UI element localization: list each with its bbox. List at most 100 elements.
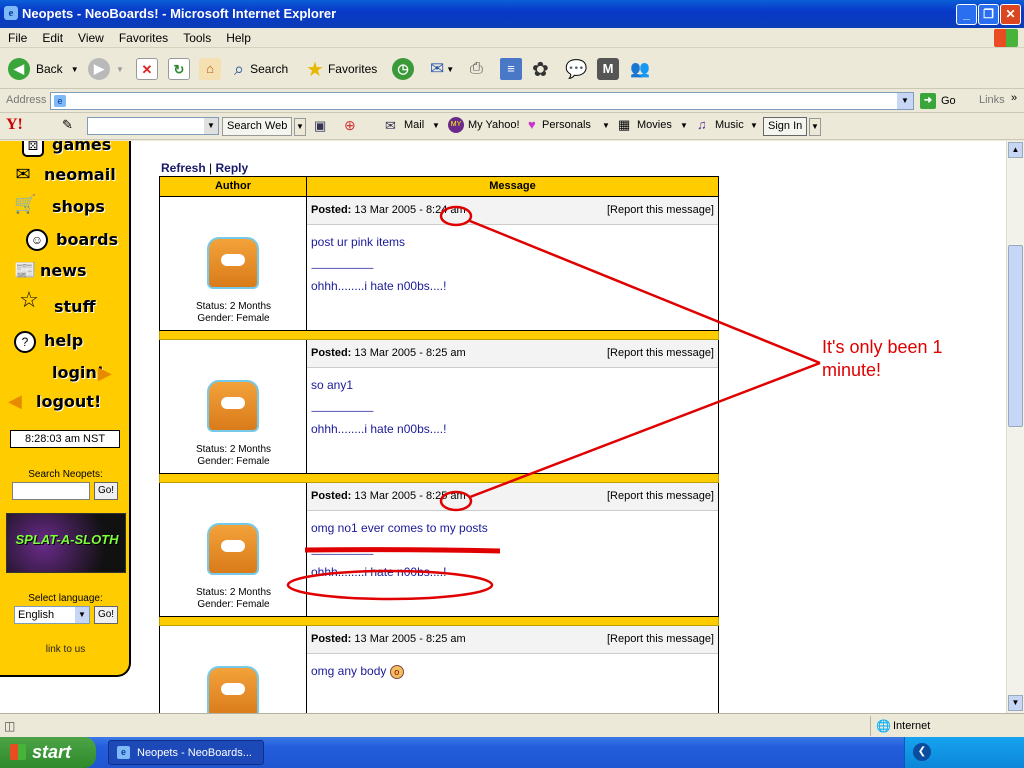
back-label: Back <box>36 62 63 76</box>
my-yahoo-icon: MY <box>448 117 464 133</box>
discuss-button[interactable]: 💬 <box>565 57 587 81</box>
windows-flag-icon <box>10 744 26 760</box>
movies-icon: ▦ <box>618 117 631 132</box>
personals-icon: ♥ <box>528 117 536 132</box>
movies-link[interactable]: Movies <box>637 119 672 131</box>
stop-button[interactable]: ✕ <box>136 57 158 81</box>
maximize-button[interactable]: ❐ <box>978 4 999 25</box>
personals-link[interactable]: Personals <box>542 119 591 131</box>
address-bar: Address e ▼ ➜ Go Links » <box>0 89 1024 113</box>
chevron-down-icon[interactable]: ▼ <box>432 121 440 130</box>
chevron-down-icon[interactable]: ▼ <box>750 121 758 130</box>
tray-expand-icon[interactable]: ❮ <box>913 743 931 761</box>
music-icon: ♫ <box>697 117 707 132</box>
signature-circle <box>286 569 494 601</box>
printer-icon: ⎙ <box>470 60 483 77</box>
messenger-icon: 👥 <box>630 61 650 78</box>
ie-icon: e <box>4 6 18 20</box>
start-label: start <box>32 742 72 762</box>
home-icon: ⌂ <box>199 58 221 80</box>
music-link[interactable]: Music <box>715 119 744 131</box>
yahoo-search-input[interactable]: ▼ <box>87 117 219 135</box>
flower-button[interactable]: ✿ <box>532 57 549 81</box>
menu-tools[interactable]: Tools <box>175 28 218 45</box>
speech-bubble-icon: 💬 <box>565 58 588 79</box>
windows-logo-icon <box>994 29 1018 47</box>
chevron-down-icon: ▼ <box>446 64 455 74</box>
print-button[interactable]: ⎙ <box>470 57 483 81</box>
menu-bar: File Edit View Favorites Tools Help <box>0 28 1024 48</box>
chevron-right-icon[interactable]: » <box>1011 92 1017 104</box>
search-web-button[interactable]: Search Web <box>222 117 293 136</box>
history-button[interactable]: ◷ <box>392 57 414 81</box>
window-title: Neopets - NeoBoards! - Microsoft Interne… <box>22 6 337 21</box>
menu-file[interactable]: File <box>0 28 34 45</box>
close-button[interactable]: ✕ <box>1000 4 1021 25</box>
scroll-thumb[interactable] <box>1008 245 1023 427</box>
sign-in-button[interactable]: Sign In <box>763 117 808 136</box>
favorites-button[interactable]: ★ Favorites <box>306 57 377 81</box>
go-button[interactable]: ➜ Go <box>920 93 956 109</box>
favorites-label: Favorites <box>327 62 378 76</box>
time-circle-third <box>439 490 473 512</box>
scroll-up-arrow-icon[interactable]: ▲ <box>1008 142 1023 158</box>
annotation-text: It's only been 1 minute! <box>822 336 943 382</box>
annotation-overlay <box>286 205 821 601</box>
crosshair-icon[interactable]: ⊕ <box>344 117 356 134</box>
address-input[interactable]: e ▼ <box>50 92 914 110</box>
taskbar-item-ie[interactable]: e Neopets - NeoBoards... <box>108 740 264 765</box>
status-bar: ◫ 🌐 Internet <box>0 713 1024 737</box>
taskbar-item-label: Neopets - NeoBoards... <box>137 747 252 759</box>
search-label: Search <box>250 62 289 76</box>
menu-help[interactable]: Help <box>218 28 258 45</box>
links-label[interactable]: Links <box>979 94 1005 106</box>
yahoo-mail-link[interactable]: Mail <box>404 119 424 131</box>
go-arrow-icon: ➜ <box>920 93 936 109</box>
address-label: Address <box>6 94 47 106</box>
mail-button[interactable]: ✉ ▼ <box>430 57 454 81</box>
chevron-down-icon[interactable]: ▼ <box>602 121 610 130</box>
annotation-line-1: It's only been 1 <box>822 337 943 357</box>
edit-button[interactable]: ≡ <box>500 57 522 81</box>
status-divider <box>870 716 871 736</box>
m-icon: M <box>597 58 619 80</box>
yahoo-logo[interactable]: Y! <box>6 116 23 134</box>
pencil-icon[interactable]: ✎ <box>62 117 73 133</box>
chevron-down-icon: ▼ <box>70 64 79 74</box>
home-button[interactable]: ⌂ <box>199 57 221 81</box>
minimize-button[interactable]: _ <box>956 4 977 25</box>
scroll-down-arrow-icon[interactable]: ▼ <box>1008 695 1023 711</box>
search-web-label: Search Web <box>227 120 288 132</box>
stop-icon: ✕ <box>136 58 158 80</box>
m-button[interactable]: M <box>597 57 619 81</box>
chevron-down-icon[interactable]: ▼ <box>294 118 306 136</box>
page-icon: e <box>54 95 66 107</box>
menu-view[interactable]: View <box>70 28 111 45</box>
go-label: Go <box>941 95 956 107</box>
history-icon: ◷ <box>392 58 414 80</box>
chevron-down-icon[interactable]: ▼ <box>897 93 913 109</box>
messenger-button[interactable]: 👥 <box>630 57 650 81</box>
window-icon[interactable]: ▣ <box>314 118 326 134</box>
chevron-down-icon[interactable]: ▼ <box>680 121 688 130</box>
chevron-down-icon[interactable]: ▼ <box>204 118 218 134</box>
my-yahoo-link[interactable]: My Yahoo! <box>468 119 520 131</box>
chevron-down-icon[interactable]: ▼ <box>809 118 821 136</box>
globe-icon: 🌐 <box>876 719 891 733</box>
arrow-line-top <box>469 219 821 365</box>
back-button[interactable]: ◀ Back ▼ <box>8 57 79 81</box>
mail-icon: ✉ <box>385 118 396 133</box>
menu-edit[interactable]: Edit <box>34 28 70 45</box>
toolbar: ◀ Back ▼ ▶ ▼ ✕ ↻ ⌂ ⌕ Search ★ Favorites … <box>0 49 1024 89</box>
search-button[interactable]: ⌕ Search <box>234 57 288 81</box>
start-button[interactable]: start <box>0 737 96 768</box>
refresh-button[interactable]: ↻ <box>168 57 190 81</box>
zone-label: Internet <box>893 720 931 732</box>
forward-arrow-icon: ▶ <box>88 58 110 80</box>
ie-icon: e <box>117 746 130 759</box>
page-status-icon: ◫ <box>4 719 16 733</box>
arrow-line-bottom <box>469 361 821 499</box>
forward-button[interactable]: ▶ ▼ <box>88 57 124 81</box>
menu-favorites[interactable]: Favorites <box>111 28 175 45</box>
vertical-scrollbar[interactable]: ▲ ▼ <box>1006 141 1024 713</box>
